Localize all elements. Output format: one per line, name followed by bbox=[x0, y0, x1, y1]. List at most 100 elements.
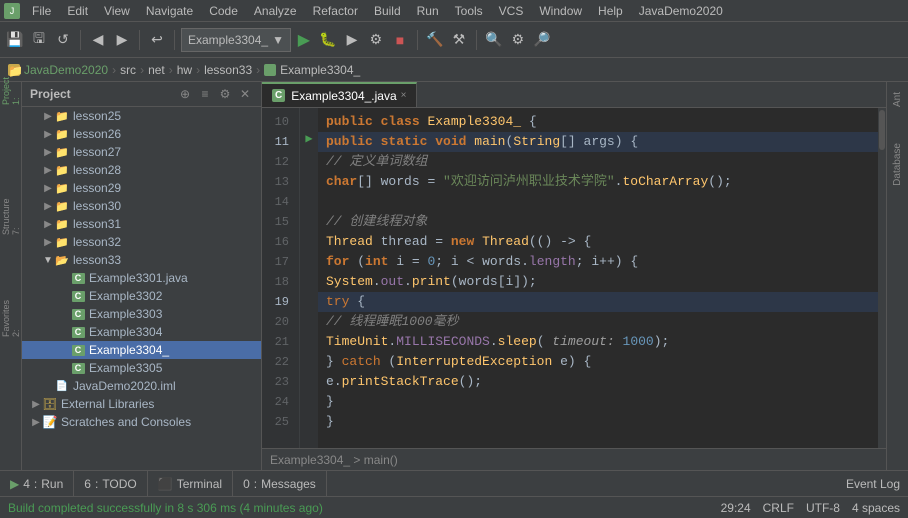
ant-tab[interactable]: Ant bbox=[889, 84, 906, 115]
tree-item-lesson27[interactable]: ▶ 📁 lesson27 bbox=[22, 143, 261, 161]
event-log-link[interactable]: Event Log bbox=[846, 477, 900, 491]
project-folder-icon: 📁 bbox=[8, 64, 20, 76]
linenum-11: 11 bbox=[262, 132, 293, 152]
example3305-label: Example3305 bbox=[89, 361, 162, 375]
coverage-button[interactable]: ▶ bbox=[341, 29, 363, 51]
tree-item-example3301[interactable]: C Example3301.java bbox=[22, 269, 261, 287]
bc-project[interactable]: JavaDemo2020 bbox=[24, 63, 108, 77]
folder-icon-lesson33: 📂 bbox=[54, 254, 70, 266]
tree-item-iml[interactable]: 📄 JavaDemo2020.iml bbox=[22, 377, 261, 395]
bc-file[interactable]: Example3304_ bbox=[280, 63, 360, 77]
code-line-13: char[] words = "欢迎访问泸州职业技术学院".toCharArra… bbox=[318, 172, 878, 192]
menu-window[interactable]: Window bbox=[531, 2, 590, 20]
linenum-10: 10 bbox=[262, 112, 293, 132]
code-line-21: TimeUnit.MILLISECONDS.sleep( timeout: 10… bbox=[318, 332, 878, 352]
menu-navigate[interactable]: Navigate bbox=[138, 2, 201, 20]
settings-button[interactable]: ⚙ bbox=[507, 29, 529, 51]
menu-analyze[interactable]: Analyze bbox=[246, 2, 305, 20]
tree-item-lesson30[interactable]: ▶ 📁 lesson30 bbox=[22, 197, 261, 215]
menu-edit[interactable]: Edit bbox=[59, 2, 96, 20]
menu-run[interactable]: Run bbox=[409, 2, 447, 20]
project-sidebar-icon[interactable]: 1: Project bbox=[2, 86, 20, 104]
tree-item-lesson33[interactable]: ▼ 📂 lesson33 bbox=[22, 251, 261, 269]
java-icon-3304: C bbox=[70, 326, 86, 338]
example3304-label: Example3304 bbox=[89, 325, 162, 339]
tree-item-lesson31[interactable]: ▶ 📁 lesson31 bbox=[22, 215, 261, 233]
menu-code[interactable]: Code bbox=[201, 2, 246, 20]
favorites-sidebar-icon[interactable]: 2: Favorites bbox=[2, 310, 20, 328]
todo-tab-label: TODO bbox=[102, 477, 136, 491]
encoding[interactable]: UTF-8 bbox=[806, 501, 840, 515]
save-all-button[interactable]: 🖫 bbox=[28, 29, 50, 51]
messages-tab[interactable]: 0: Messages bbox=[233, 471, 327, 496]
linenum-20: 20 bbox=[262, 312, 293, 332]
tree-item-scratches[interactable]: ▶ 📝 Scratches and Consoles bbox=[22, 413, 261, 431]
find-button[interactable]: 🔎 bbox=[531, 29, 553, 51]
tab-close-icon[interactable]: × bbox=[401, 90, 407, 101]
bc-hw[interactable]: hw bbox=[177, 63, 192, 77]
bc-lesson33[interactable]: lesson33 bbox=[204, 63, 252, 77]
tree-item-lesson32[interactable]: ▶ 📁 lesson32 bbox=[22, 233, 261, 251]
tree-item-lesson26[interactable]: ▶ 📁 lesson26 bbox=[22, 125, 261, 143]
debug-button[interactable]: 🐛 bbox=[317, 29, 339, 51]
gutter-21 bbox=[300, 328, 318, 348]
terminal-tab[interactable]: ⬛ Terminal bbox=[148, 471, 233, 496]
toolbar: 💾 🖫 ↺ ◀ ▶ ↩ Example3304_ ▼ ▶ 🐛 ▶ ⚙ ■ 🔨 ⚒… bbox=[0, 22, 908, 58]
bc-sep2: › bbox=[140, 63, 144, 77]
run-config-btn2[interactable]: ⚙ bbox=[365, 29, 387, 51]
menu-tools[interactable]: Tools bbox=[447, 2, 491, 20]
sync-button[interactable]: ↺ bbox=[52, 29, 74, 51]
run-button[interactable]: ▶ bbox=[293, 29, 315, 51]
line-ending[interactable]: CRLF bbox=[763, 501, 794, 515]
back-button[interactable]: ◀ bbox=[87, 29, 109, 51]
tree-item-lesson28[interactable]: ▶ 📁 lesson28 bbox=[22, 161, 261, 179]
code-content[interactable]: public class Example3304_ { public stati… bbox=[318, 108, 878, 448]
stop-button[interactable]: ■ bbox=[389, 29, 411, 51]
code-line-16: Thread thread = new Thread(() -> { bbox=[318, 232, 878, 252]
cursor-position[interactable]: 29:24 bbox=[721, 501, 751, 515]
search-everywhere-button[interactable]: 🔍 bbox=[483, 29, 505, 51]
linenum-23: 23 bbox=[262, 372, 293, 392]
menu-vcs[interactable]: VCS bbox=[491, 2, 532, 20]
bc-java-icon: C bbox=[264, 64, 276, 76]
run-tab[interactable]: ▶ 4: Run bbox=[0, 471, 74, 496]
save-button[interactable]: 💾 bbox=[4, 29, 26, 51]
forward-button[interactable]: ▶ bbox=[111, 29, 133, 51]
menu-help[interactable]: Help bbox=[590, 2, 631, 20]
tree-item-example3304[interactable]: C Example3304 bbox=[22, 323, 261, 341]
panel-add-icon[interactable]: ⊕ bbox=[177, 86, 193, 102]
tree-item-example3303[interactable]: C Example3303 bbox=[22, 305, 261, 323]
right-sidebar: Ant Database bbox=[886, 82, 908, 470]
indent-info[interactable]: 4 spaces bbox=[852, 501, 900, 515]
menu-view[interactable]: View bbox=[96, 2, 138, 20]
bc-net[interactable]: net bbox=[148, 63, 165, 77]
panel-collapse-icon[interactable]: ≡ bbox=[197, 86, 213, 102]
panel-settings-icon[interactable]: ⚙ bbox=[217, 86, 233, 102]
gutter: ▶ bbox=[300, 108, 318, 448]
menu-refactor[interactable]: Refactor bbox=[305, 2, 366, 20]
tree-item-example3304-selected[interactable]: C Example3304_ bbox=[22, 341, 261, 359]
structure-sidebar-icon[interactable]: 7: Structure bbox=[2, 208, 20, 226]
menu-file[interactable]: File bbox=[24, 2, 59, 20]
editor-tab-example3304[interactable]: C Example3304_.java × bbox=[262, 82, 417, 107]
tree-item-ext-libs[interactable]: ▶ 🗄 External Libraries bbox=[22, 395, 261, 413]
tree-item-lesson25[interactable]: ▶ 📁 lesson25 bbox=[22, 107, 261, 125]
linenum-21: 21 bbox=[262, 332, 293, 352]
make-button[interactable]: ⚒ bbox=[448, 29, 470, 51]
undo-button[interactable]: ↩ bbox=[146, 29, 168, 51]
gutter-12 bbox=[300, 148, 318, 168]
bc-src[interactable]: src bbox=[120, 63, 136, 77]
menu-build[interactable]: Build bbox=[366, 2, 409, 20]
database-tab[interactable]: Database bbox=[889, 135, 906, 194]
panel-title: Project bbox=[30, 87, 71, 101]
scroll-thumb[interactable] bbox=[879, 110, 885, 150]
tree-item-lesson29[interactable]: ▶ 📁 lesson29 bbox=[22, 179, 261, 197]
todo-tab[interactable]: 6: TODO bbox=[74, 471, 147, 496]
panel-close-icon[interactable]: ✕ bbox=[237, 86, 253, 102]
tree-item-example3305[interactable]: C Example3305 bbox=[22, 359, 261, 377]
tree-item-example3302[interactable]: C Example3302 bbox=[22, 287, 261, 305]
run-config-dropdown[interactable]: Example3304_ ▼ bbox=[181, 28, 291, 52]
iml-label: JavaDemo2020.iml bbox=[73, 379, 176, 393]
build-button[interactable]: 🔨 bbox=[424, 29, 446, 51]
gutter-18 bbox=[300, 268, 318, 288]
